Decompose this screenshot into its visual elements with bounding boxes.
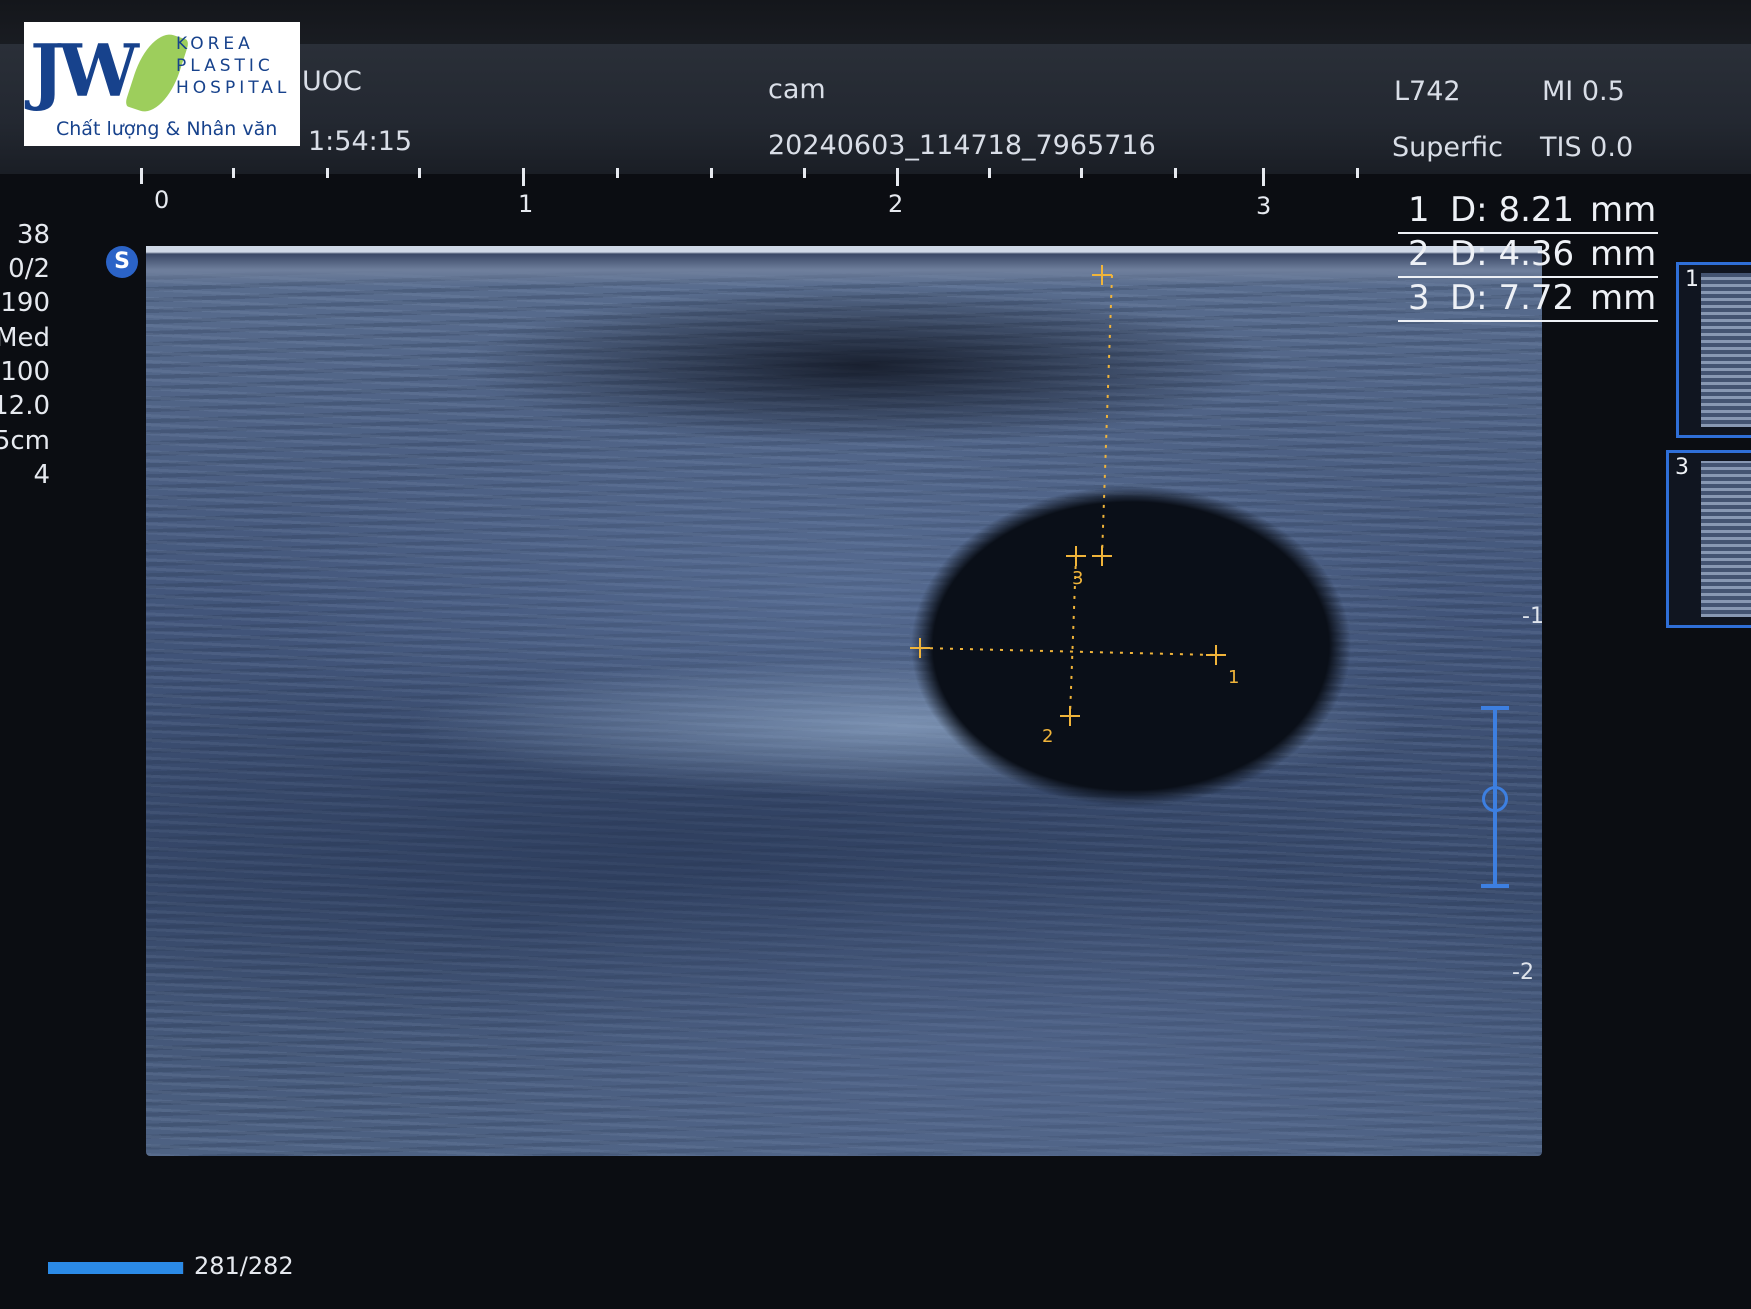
thumbnail-label: 1: [1685, 267, 1699, 292]
measurement-value: D: 4.36: [1450, 234, 1575, 274]
measurement-row: 1 D: 8.21 mm: [1398, 190, 1658, 234]
svg-text:3: 3: [1072, 568, 1083, 589]
caliper-cross: [910, 638, 930, 658]
cine-progress-fill: [48, 1262, 184, 1274]
svg-text:2: 2: [1042, 726, 1053, 747]
measurement-results: 1 D: 8.21 mm 2 D: 4.36 mm 3 D: 7.72 mm: [1398, 190, 1658, 322]
measurement-row: 3 D: 7.72 mm: [1398, 278, 1658, 322]
caliper-line-3: [1101, 274, 1113, 557]
depth-label: -1: [1522, 604, 1544, 629]
cine-progress-bar[interactable]: [48, 1262, 184, 1274]
measurement-unit: mm: [1590, 278, 1657, 318]
caliper-cross: [1092, 546, 1112, 566]
caliper-cross: [1066, 546, 1086, 566]
depth-label: -2: [1512, 960, 1534, 985]
caliper-cross: [1092, 265, 1112, 285]
thumbnail-label: 3: [1675, 455, 1689, 480]
svg-text:1: 1: [1228, 667, 1239, 688]
focus-marker-bottom: [1481, 884, 1509, 888]
focus-position-icon[interactable]: [1482, 786, 1508, 812]
thumbnail-image: [1701, 461, 1751, 617]
cine-frame-counter: 281/282: [194, 1252, 294, 1280]
measurement-index: 3: [1408, 278, 1430, 318]
measurement-index: 1: [1408, 190, 1430, 230]
thumbnail-1[interactable]: 1: [1676, 262, 1751, 438]
caliper-cross: [1206, 645, 1226, 665]
caliper-line-1: [919, 647, 1217, 656]
measurement-index: 2: [1408, 234, 1430, 274]
measurement-unit: mm: [1590, 190, 1657, 230]
focus-marker-top: [1481, 706, 1509, 710]
measurement-row: 2 D: 4.36 mm: [1398, 234, 1658, 278]
caliper-cross: [1060, 706, 1080, 726]
thumbnail-3[interactable]: 3: [1666, 450, 1751, 628]
thumbnail-image: [1701, 273, 1751, 427]
measurement-unit: mm: [1590, 234, 1657, 274]
measurement-value: D: 7.72: [1450, 278, 1575, 318]
measurement-value: D: 8.21: [1450, 190, 1575, 230]
